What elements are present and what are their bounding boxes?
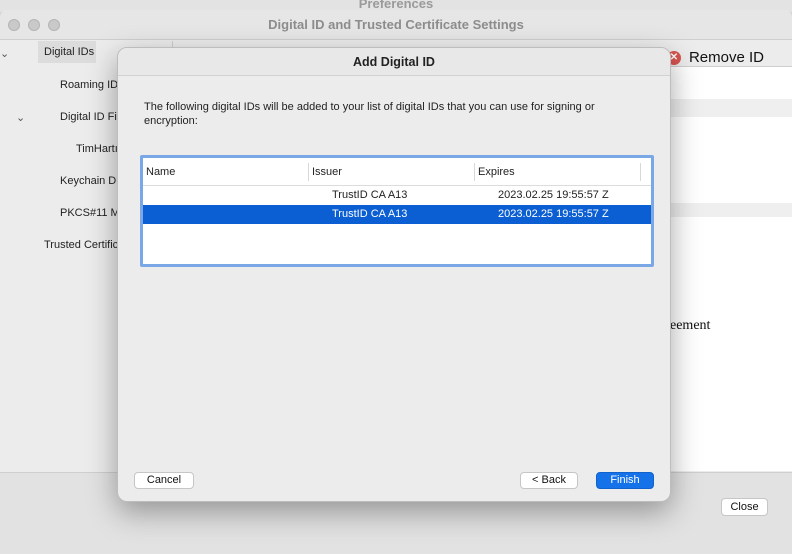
cell-issuer: TrustID CA A13	[332, 189, 408, 201]
settings-titlebar: Digital ID and Trusted Certificate Setti…	[0, 10, 792, 40]
cell-issuer: TrustID CA A13	[332, 208, 408, 220]
tree-item-timhart[interactable]: TimHartı	[76, 143, 118, 155]
dialog-title: Add Digital ID	[118, 48, 670, 76]
column-header-issuer[interactable]: Issuer	[312, 166, 342, 178]
agreement-text: eement	[670, 318, 711, 333]
settings-window-title: Digital ID and Trusted Certificate Setti…	[268, 17, 524, 32]
tree-item-trusted-certificates[interactable]: Trusted Certific	[44, 239, 118, 251]
cell-expires: 2023.02.25 19:55:57 Z	[498, 208, 609, 220]
table-header: Name Issuer Expires	[143, 158, 651, 186]
tree-item-pkcs11[interactable]: PKCS#11 M	[60, 207, 118, 219]
tree-item-digital-ids[interactable]: Digital IDs	[38, 41, 96, 63]
column-header-expires[interactable]: Expires	[478, 166, 515, 178]
column-separator[interactable]	[474, 163, 475, 181]
tree-item-digital-id-files[interactable]: Digital ID Fi	[60, 111, 118, 123]
chevron-down-icon[interactable]: ⌄	[0, 47, 9, 60]
tree-item-keychain[interactable]: Keychain Di	[60, 175, 118, 187]
cell-expires: 2023.02.25 19:55:57 Z	[498, 189, 609, 201]
digital-id-table[interactable]: Name Issuer Expires TrustID CA A13 2023.…	[140, 155, 654, 267]
cancel-button[interactable]: Cancel	[134, 472, 194, 489]
tree-item-roaming-id[interactable]: Roaming ID	[60, 79, 118, 91]
back-button[interactable]: < Back	[520, 472, 578, 489]
chevron-down-icon[interactable]: ⌄	[16, 111, 25, 124]
close-button[interactable]: Close	[721, 498, 768, 516]
column-header-name[interactable]: Name	[146, 166, 175, 178]
column-separator[interactable]	[640, 163, 641, 181]
finish-button[interactable]: Finish	[596, 472, 654, 489]
add-digital-id-dialog: Add Digital ID The following digital IDs…	[117, 47, 671, 502]
table-row[interactable]: TrustID CA A13 2023.02.25 19:55:57 Z	[143, 186, 651, 205]
column-separator[interactable]	[308, 163, 309, 181]
remove-id-label: Remove ID	[688, 49, 764, 66]
dialog-message: The following digital IDs will be added …	[144, 101, 595, 127]
remove-id-button[interactable]: ✕ Remove ID	[666, 49, 764, 66]
table-row-selected[interactable]: TrustID CA A13 2023.02.25 19:55:57 Z	[143, 205, 651, 224]
